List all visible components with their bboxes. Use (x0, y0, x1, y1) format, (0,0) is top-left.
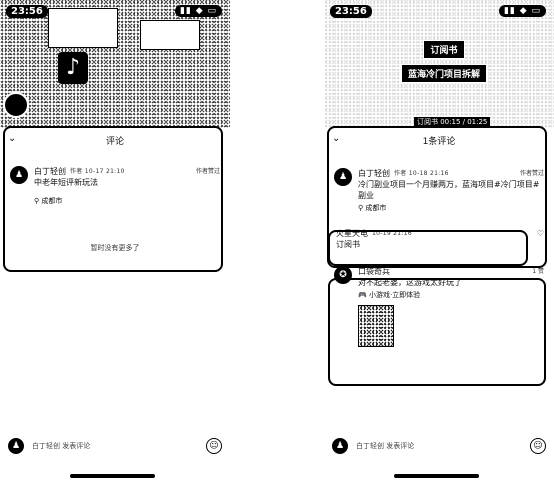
phone-screen-left: ♪ 23:56 ▮▮ ◆ ▭ ⌄ 评论 ♟ 白丁轻创 作者 10-17 21:1… (0, 0, 230, 485)
avatar: ♟ (8, 438, 24, 454)
comment-input[interactable]: 白丁轻创 发表评论 (32, 441, 198, 451)
status-time: 23:56 (330, 5, 372, 18)
status-icons: ▮▮ ◆ ▭ (174, 5, 222, 17)
highlight-frame (3, 126, 223, 272)
comment-input[interactable]: 白丁轻创 发表评论 (356, 441, 522, 451)
status-icons: ▮▮ ◆ ▭ (498, 5, 546, 17)
home-indicator[interactable] (70, 474, 155, 478)
comment-input-bar[interactable]: ♟ 白丁轻创 发表评论 ☺ (0, 434, 230, 458)
tiktok-logo-icon: ♪ (58, 52, 88, 84)
emoji-icon[interactable]: ☺ (530, 438, 546, 454)
banner-subtitle: 蓝海冷门项目拆解 (400, 64, 487, 83)
video-frame (48, 8, 118, 48)
home-indicator[interactable] (394, 474, 479, 478)
highlight-frame (328, 230, 528, 266)
video-frame (140, 20, 200, 50)
video-area[interactable]: 23:56 ▮▮ ◆ ▭ 订阅书 蓝海冷门项目拆解 订阅书 00:15 / 01… (324, 0, 554, 128)
banner-title: 订阅书 (423, 40, 465, 59)
phone-screen-right: 23:56 ▮▮ ◆ ▭ 订阅书 蓝海冷门项目拆解 订阅书 00:15 / 01… (324, 0, 554, 485)
status-time: 23:56 (6, 5, 48, 18)
avatar[interactable] (3, 92, 29, 118)
highlight-frame (328, 278, 546, 386)
comment-input-bar[interactable]: ♟ 白丁轻创 发表评论 ☺ (324, 434, 554, 458)
video-banner: 订阅书 蓝海冷门项目拆解 (384, 38, 504, 86)
avatar: ♟ (332, 438, 348, 454)
emoji-icon[interactable]: ☺ (206, 438, 222, 454)
video-area[interactable]: ♪ 23:56 ▮▮ ◆ ▭ (0, 0, 230, 128)
